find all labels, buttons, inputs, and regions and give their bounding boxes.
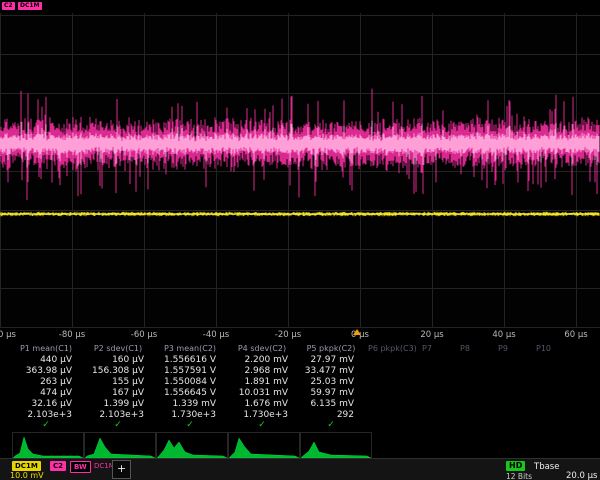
histicon-p4[interactable] bbox=[228, 432, 300, 459]
time-label: 20 µs bbox=[420, 330, 443, 340]
measurement-cell: 440 µV bbox=[10, 355, 82, 365]
measurement-cell: 1.557591 V bbox=[154, 366, 226, 376]
measurement-cell: 1.399 µV bbox=[82, 399, 154, 409]
time-axis: -100 µs -80 µs -60 µs -40 µs -20 µs 0 µs… bbox=[0, 328, 600, 342]
status-check-icon: ✓ bbox=[154, 420, 226, 430]
measurement-header-p7[interactable]: P7 bbox=[418, 344, 456, 353]
measurement-cell: 2.103e+3 bbox=[82, 410, 154, 420]
measurement-row-mean: 363.98 µV 156.308 µV 1.557591 V 2.968 mV… bbox=[0, 365, 600, 376]
histicon-p1[interactable] bbox=[12, 432, 84, 459]
measurement-header-p2[interactable]: P2 sdev(C1) bbox=[82, 344, 154, 353]
histicon-p2[interactable] bbox=[84, 432, 156, 459]
top-bar: C2 DC1M bbox=[0, 0, 600, 13]
measurement-table: P1 mean(C1) P2 sdev(C1) P3 mean(C2) P4 s… bbox=[0, 342, 600, 430]
measurement-cell: 2.103e+3 bbox=[10, 410, 82, 420]
measurement-header-p10[interactable]: P10 bbox=[532, 344, 600, 353]
measurement-cell: 10.031 mV bbox=[226, 388, 298, 398]
measurement-cell: 32.16 µV bbox=[10, 399, 82, 409]
measurement-cell: 1.339 mV bbox=[154, 399, 226, 409]
bottom-bar: DC1M C2 BW DC1M 10.0 mV + HD Tbase 12 Bi… bbox=[0, 458, 600, 480]
measurement-cell: 1.556645 V bbox=[154, 388, 226, 398]
measurement-row-value: 440 µV 160 µV 1.556616 V 2.200 mV 27.97 … bbox=[0, 354, 600, 365]
timebase-scale-label: 20.0 µs bbox=[566, 471, 597, 480]
waveform-svg bbox=[0, 13, 600, 328]
measurement-cell: 156.308 µV bbox=[82, 366, 154, 376]
waveform-grid bbox=[0, 13, 600, 328]
measurement-header-p8[interactable]: P8 bbox=[456, 344, 494, 353]
measurement-cell: 363.98 µV bbox=[10, 366, 82, 376]
measurement-cell: 27.97 mV bbox=[298, 355, 364, 365]
status-check-icon: ✓ bbox=[226, 420, 298, 430]
timebase-label[interactable]: Tbase bbox=[534, 462, 559, 472]
cursor-crosshair-box[interactable]: + bbox=[112, 460, 131, 479]
measurement-row-sdev: 32.16 µV 1.399 µV 1.339 mV 1.676 mV 6.13… bbox=[0, 398, 600, 409]
measurement-header-p4[interactable]: P4 sdev(C2) bbox=[226, 344, 298, 353]
measurement-cell: 155 µV bbox=[82, 377, 154, 387]
c2-channel-chip[interactable]: C2 bbox=[50, 461, 66, 471]
measurement-cell: 474 µV bbox=[10, 388, 82, 398]
time-label: -80 µs bbox=[59, 330, 85, 340]
status-check-icon: ✓ bbox=[82, 420, 154, 430]
measurement-header-p1[interactable]: P1 mean(C1) bbox=[10, 344, 82, 353]
time-label: -20 µs bbox=[275, 330, 301, 340]
histicon-p3[interactable] bbox=[156, 432, 228, 459]
measurement-cell: 263 µV bbox=[10, 377, 82, 387]
c1-waveform-core bbox=[0, 214, 599, 215]
measurement-cell: 59.97 mV bbox=[298, 388, 364, 398]
crosshair-icon: + bbox=[117, 462, 126, 475]
c2-bandwidth-chip[interactable]: BW bbox=[70, 461, 91, 473]
histicon-svg bbox=[13, 433, 83, 458]
measurement-cell: 1.676 mV bbox=[226, 399, 298, 409]
time-label: -60 µs bbox=[131, 330, 157, 340]
measurement-cell: 6.135 mV bbox=[298, 399, 364, 409]
measurement-cell: 292 bbox=[298, 410, 364, 420]
measurement-row-min: 263 µV 155 µV 1.550084 V 1.891 mV 25.03 … bbox=[0, 376, 600, 387]
histicon-svg bbox=[229, 433, 299, 458]
measurement-cell: 25.03 mV bbox=[298, 377, 364, 387]
trace-tag[interactable]: C2 bbox=[2, 2, 15, 10]
time-label: 60 µs bbox=[564, 330, 587, 340]
trigger-position-marker[interactable] bbox=[353, 329, 361, 335]
measurement-cell: 160 µV bbox=[82, 355, 154, 365]
time-label: -40 µs bbox=[203, 330, 229, 340]
status-check-icon: ✓ bbox=[10, 420, 82, 430]
measurement-header-p5[interactable]: P5 pkpk(C2) bbox=[298, 344, 364, 353]
measurement-cell: 1.891 mV bbox=[226, 377, 298, 387]
histicon-p5[interactable] bbox=[300, 432, 372, 459]
status-check-icon: ✓ bbox=[298, 420, 364, 430]
c1-coupling-chip[interactable]: DC1M bbox=[12, 461, 41, 471]
measurement-status-row: ✓ ✓ ✓ ✓ ✓ bbox=[0, 420, 600, 430]
oscilloscope-screen: C2 DC1M -100 µs -80 µs -60 µs -40 µs -20… bbox=[0, 0, 600, 480]
measurement-header-p3[interactable]: P3 mean(C2) bbox=[154, 344, 226, 353]
measurement-cell: 1.730e+3 bbox=[226, 410, 298, 420]
time-label: -100 µs bbox=[0, 330, 16, 340]
histicon-svg bbox=[157, 433, 227, 458]
measurement-cell: 1.550084 V bbox=[154, 377, 226, 387]
measurement-header-p6[interactable]: P6 pkpk(C3) bbox=[364, 344, 418, 353]
measurement-cell: 33.477 mV bbox=[298, 366, 364, 376]
c1-scale-label: 10.0 mV bbox=[10, 471, 44, 480]
measurement-header-p9[interactable]: P9 bbox=[494, 344, 532, 353]
measurement-cell: 1.556616 V bbox=[154, 355, 226, 365]
measurement-row-max: 474 µV 167 µV 1.556645 V 10.031 mV 59.97… bbox=[0, 387, 600, 398]
time-label: 40 µs bbox=[492, 330, 515, 340]
measurement-cell: 2.200 mV bbox=[226, 355, 298, 365]
histicon-svg bbox=[301, 433, 371, 458]
measurement-cell: 1.730e+3 bbox=[154, 410, 226, 420]
measurement-row-num: 2.103e+3 2.103e+3 1.730e+3 1.730e+3 292 bbox=[0, 409, 600, 420]
histicon-svg bbox=[85, 433, 155, 458]
measurement-cell: 2.968 mV bbox=[226, 366, 298, 376]
hd-mode-badge[interactable]: HD bbox=[506, 461, 525, 471]
measurement-cell: 167 µV bbox=[82, 388, 154, 398]
trace-coupling-tag[interactable]: DC1M bbox=[18, 2, 42, 10]
timebase-bits-label: 12 Bits bbox=[506, 472, 532, 480]
measurement-header-row: P1 mean(C1) P2 sdev(C1) P3 mean(C2) P4 s… bbox=[0, 342, 600, 354]
